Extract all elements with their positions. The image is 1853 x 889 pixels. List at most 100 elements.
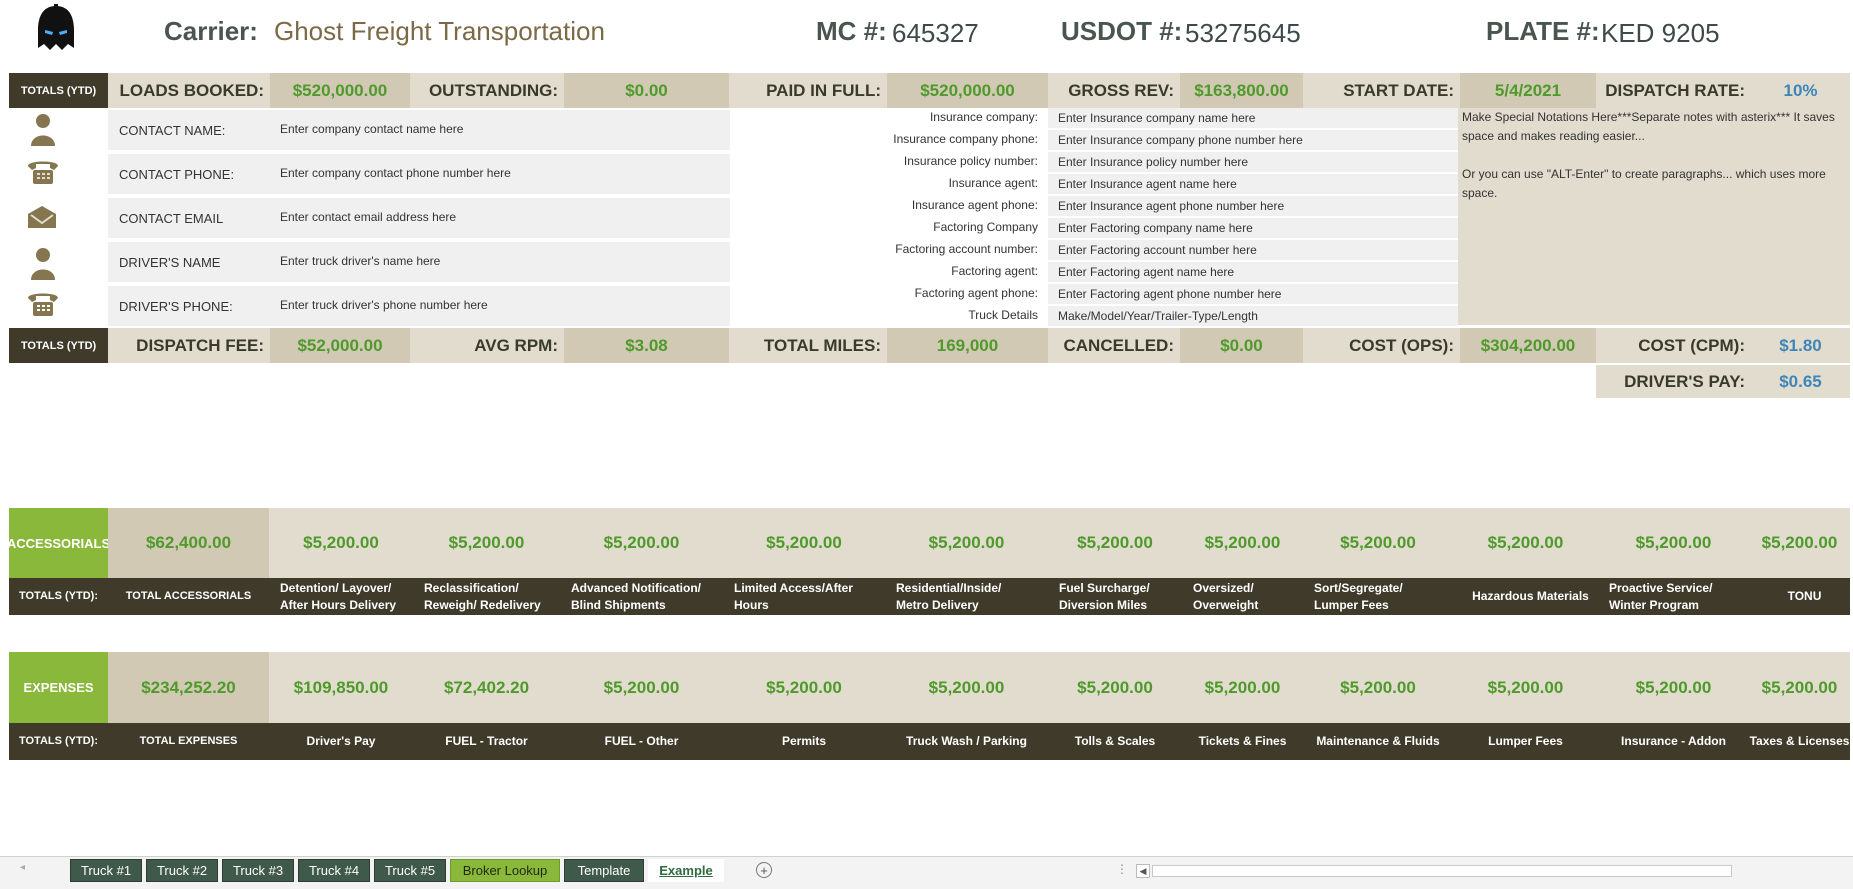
expense-label: Tolls & Scales [1074, 734, 1156, 748]
accessorial-label-line2: Reweigh/ Redelivery [424, 597, 541, 612]
accessorial-value: $5,200.00 [1487, 533, 1564, 552]
add-sheet-icon[interactable]: + [756, 862, 772, 878]
plate-value: KED 9205 [1601, 18, 1720, 48]
driver-name-row[interactable]: DRIVER'S NAME Enter truck driver's name … [108, 242, 730, 282]
contact-name-row[interactable]: CONTACT NAME: Enter company contact name… [108, 110, 730, 150]
paid-in-full-label: PAID IN FULL: [729, 73, 887, 108]
expenses-totals-tag: TOTALS (YTD): [18, 735, 99, 747]
accessorial-value: $5,200.00 [1204, 533, 1281, 552]
accessorial-label-line2: Overweight [1193, 597, 1259, 612]
start-date-label: START DATE: [1303, 73, 1460, 108]
accessorial-value: $5,200.00 [448, 533, 525, 552]
sheet-tab[interactable]: Truck #5 [374, 859, 446, 882]
mc-label: MC #: [816, 16, 887, 46]
sheet-tab[interactable]: Broker Lookup [450, 859, 560, 882]
accessorial-label-line1: Limited Access/After [734, 580, 853, 595]
driver-name-value[interactable]: Enter truck driver's name here [280, 254, 440, 268]
avg-rpm-label: AVG RPM: [410, 328, 564, 363]
insurance-field-label: Insurance company: [929, 110, 1038, 124]
contact-icon-person-2 [28, 246, 58, 280]
insurance-field-value[interactable]: Make/Model/Year/Trailer-Type/Length [1048, 306, 1458, 326]
accessorial-label: Residential/Inside/Metro Delivery [896, 578, 1047, 615]
notes-line-2: Or you can use "ALT-Enter" to create par… [1462, 167, 1826, 200]
accessorial-value: $5,200.00 [766, 533, 842, 552]
accessorial-label-line1: Fuel Surcharge/ [1059, 580, 1150, 595]
scroll-left-arrow-icon[interactable]: ◂ [20, 862, 25, 873]
contact-email-label: CONTACT EMAIL [119, 211, 224, 226]
insurance-field-label: Factoring account number: [895, 242, 1038, 256]
accessorial-label-line1: TONU [1787, 589, 1822, 603]
accessorial-label-line2: Blind Shipments [571, 597, 666, 612]
usdot-value: 53275645 [1185, 18, 1301, 48]
insurance-field-label: Insurance agent phone: [911, 198, 1038, 212]
scroll-left-icon[interactable]: ◀ [1136, 864, 1150, 878]
envelope-icon [26, 204, 58, 230]
carrier-label: Carrier: [164, 16, 258, 46]
accessorial-label: Oversized/Overweight [1193, 578, 1302, 615]
notes-box[interactable]: Make Special Notations Here***Separate n… [1458, 108, 1850, 325]
expense-label: FUEL - Other [604, 734, 679, 748]
expenses-tag: EXPENSES [9, 652, 108, 723]
contact-email-value[interactable]: Enter contact email address here [280, 210, 456, 224]
horizontal-scrollbar[interactable] [1152, 865, 1732, 877]
expense-label: FUEL - Tractor [445, 734, 528, 748]
accessorial-label-line1: Hazardous Materials [1472, 589, 1589, 603]
contact-email-row[interactable]: CONTACT EMAIL Enter contact email addres… [108, 198, 730, 238]
notes-line-1: Make Special Notations Here***Separate n… [1462, 110, 1835, 143]
contact-phone-label: CONTACT PHONE: [119, 167, 235, 182]
expense-value: $5,200.00 [1340, 677, 1416, 697]
insurance-field-value[interactable]: Enter Factoring agent name here [1048, 262, 1458, 282]
total-expenses-value: $234,252.20 [108, 652, 269, 723]
cost-cpm-label: COST (CPM): [1596, 328, 1751, 363]
insurance-field-value[interactable]: Enter Insurance policy number here [1048, 152, 1458, 172]
dispatch-rate-value: 10% [1751, 73, 1850, 108]
gross-rev-value: $163,800.00 [1180, 73, 1303, 108]
insurance-field-value[interactable]: Enter Insurance company phone number her… [1048, 130, 1458, 150]
insurance-field-value[interactable]: Enter Insurance agent phone number here [1048, 196, 1458, 216]
accessorial-label: TONU [1760, 578, 1849, 615]
dispatch-rate-label: DISPATCH RATE: [1596, 73, 1751, 108]
plate-label: PLATE #: [1486, 16, 1600, 46]
accessorial-label: Sort/Segregate/Lumper Fees [1314, 578, 1452, 615]
outstanding-label: OUTSTANDING: [410, 73, 564, 108]
expense-label: Tickets & Fines [1198, 734, 1287, 748]
loads-booked-label: LOADS BOOKED: [108, 73, 270, 108]
insurance-field-value[interactable]: Enter Factoring company name here [1048, 218, 1458, 238]
more-options-icon[interactable]: ⋮ [1116, 862, 1128, 876]
driver-phone-value[interactable]: Enter truck driver's phone number here [280, 298, 488, 312]
avg-rpm-value: $3.08 [564, 328, 729, 363]
expense-value: $5,200.00 [1204, 677, 1281, 697]
insurance-field-value[interactable]: Enter Insurance agent name here [1048, 174, 1458, 194]
driver-phone-row[interactable]: DRIVER'S PHONE: Enter truck driver's pho… [108, 286, 730, 326]
accessorial-value: $5,200.00 [603, 533, 680, 552]
accessorial-value: $5,200.00 [928, 533, 1005, 552]
sheet-tab[interactable]: Template [564, 859, 644, 882]
accessorial-label: Limited Access/After Hours [734, 578, 884, 615]
sheet-tab[interactable]: Example [648, 859, 724, 882]
insurance-field-value[interactable]: Enter Factoring agent phone number here [1048, 284, 1458, 304]
expense-value: $5,200.00 [1487, 677, 1564, 697]
total-accessorials-label: TOTAL ACCESSORIALS [125, 590, 252, 602]
contact-phone-row[interactable]: CONTACT PHONE: Enter company contact pho… [108, 154, 730, 194]
accessorial-value: $5,200.00 [1635, 533, 1712, 552]
contact-name-value[interactable]: Enter company contact name here [280, 122, 463, 136]
accessorial-label-line2: Metro Delivery [896, 597, 979, 612]
sheet-tab[interactable]: Truck #3 [222, 859, 294, 882]
sheet-tab[interactable]: Truck #2 [146, 859, 218, 882]
accessorials-tag: ACCESSORIALS [7, 508, 110, 578]
total-expenses-label: TOTAL EXPENSES [139, 735, 238, 747]
cancelled-value: $0.00 [1180, 328, 1303, 363]
expense-label: Insurance - Addon [1621, 734, 1726, 748]
mc-value: 645327 [892, 18, 979, 48]
accessorial-label: Reclassification/Reweigh/ Redelivery [424, 578, 559, 615]
contact-phone-value[interactable]: Enter company contact phone number here [280, 166, 511, 180]
expense-value: $5,200.00 [1761, 677, 1838, 697]
accessorial-label-line1: Advanced Notification/ [571, 580, 702, 595]
cost-ops-label: COST (OPS): [1303, 328, 1460, 363]
expense-value: $5,200.00 [766, 677, 842, 697]
insurance-field-value[interactable]: Enter Factoring account number here [1048, 240, 1458, 260]
sheet-tab[interactable]: Truck #1 [70, 859, 142, 882]
start-date-value: 5/4/2021 [1460, 73, 1596, 108]
insurance-field-value[interactable]: Enter Insurance company name here [1048, 108, 1458, 128]
sheet-tab[interactable]: Truck #4 [298, 859, 370, 882]
